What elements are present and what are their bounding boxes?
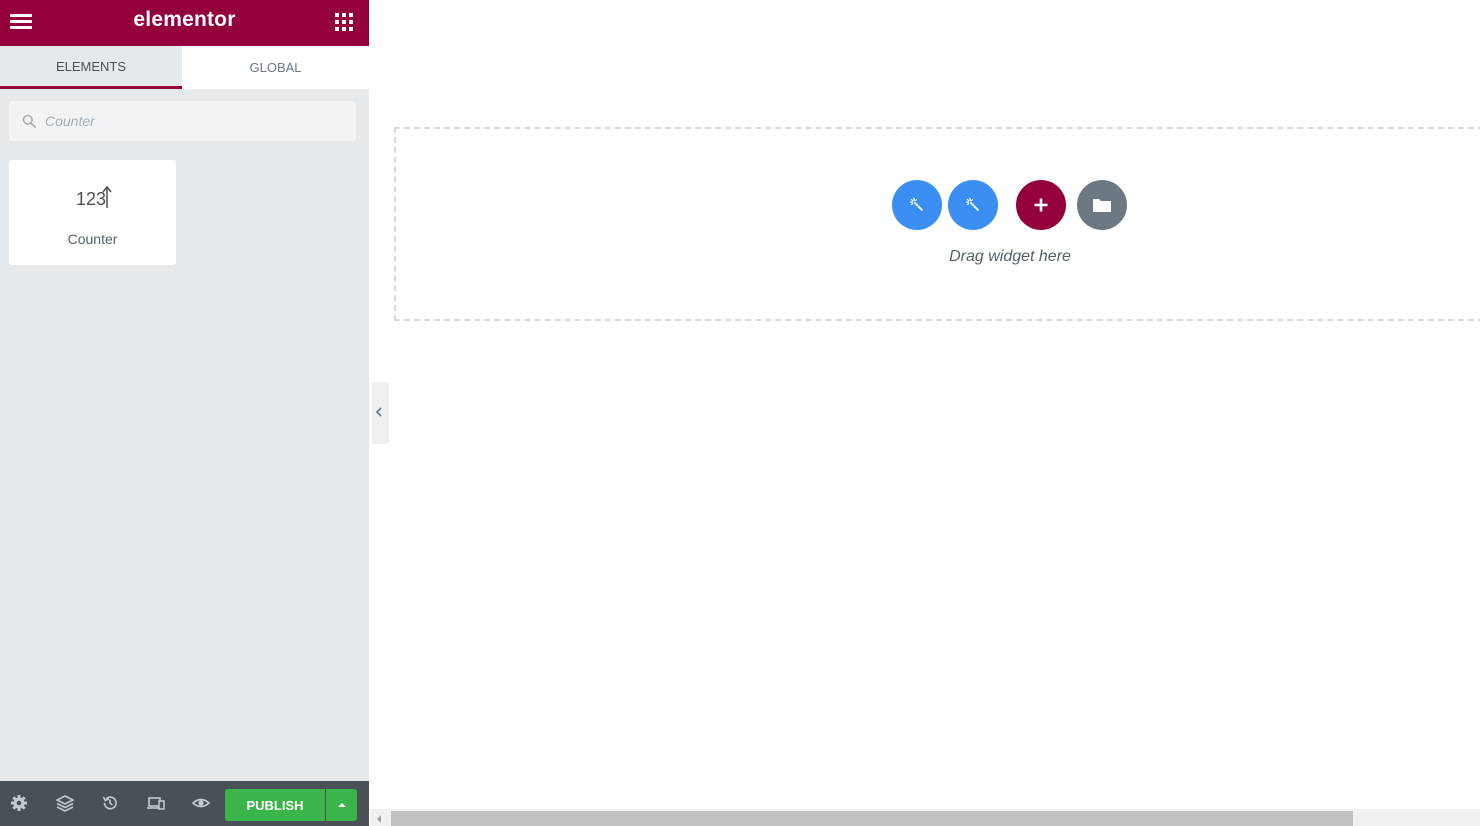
tab-global[interactable]: GLOBAL (182, 46, 369, 89)
magic-wand-icon (909, 197, 923, 211)
empty-section-drop-zone[interactable] (394, 127, 1480, 321)
tab-elements[interactable]: ELEMENTS (0, 46, 182, 89)
magic-wand-icon (965, 197, 979, 211)
grid-icon[interactable] (335, 13, 353, 31)
magic-button-1[interactable] (892, 180, 942, 230)
elementor-logo: elementor (133, 8, 236, 31)
preview-icon[interactable] (192, 794, 210, 812)
publish-button[interactable]: PUBLISH (225, 789, 325, 821)
counter-icon-text: 123 (76, 189, 106, 209)
search-icon (22, 114, 36, 128)
add-section-button[interactable] (1016, 180, 1066, 230)
publish-options-button[interactable] (326, 789, 357, 821)
widget-title: Counter (67, 231, 118, 247)
plus-icon (1034, 198, 1048, 212)
history-icon[interactable] (101, 794, 119, 812)
search-input[interactable]: Counter (9, 101, 356, 141)
add-template-button[interactable] (1077, 180, 1127, 230)
scroll-left-arrow-icon[interactable] (372, 812, 386, 826)
navigator-icon[interactable] (56, 794, 74, 812)
editor-panel: elementor ELEMENTS GLOBAL Counter 123 Co… (0, 0, 369, 826)
preview-canvas (369, 0, 1480, 809)
search-value: Counter (45, 113, 95, 129)
scrollbar-thumb[interactable] (391, 811, 1353, 826)
collapse-panel-handle[interactable] (372, 382, 389, 444)
magic-button-2[interactable] (948, 180, 998, 230)
responsive-icon[interactable] (147, 794, 165, 812)
panel-header: elementor (0, 0, 369, 46)
panel-tabs: ELEMENTS GLOBAL (0, 46, 369, 89)
folder-icon (1093, 199, 1111, 212)
caret-up-icon (337, 803, 346, 807)
counter-icon: 123 (9, 182, 176, 212)
settings-icon[interactable] (10, 794, 28, 812)
drop-zone-text: Drag widget here (949, 248, 1071, 265)
chevron-left-icon (375, 407, 382, 417)
widget-counter[interactable]: 123 Counter (9, 160, 176, 265)
